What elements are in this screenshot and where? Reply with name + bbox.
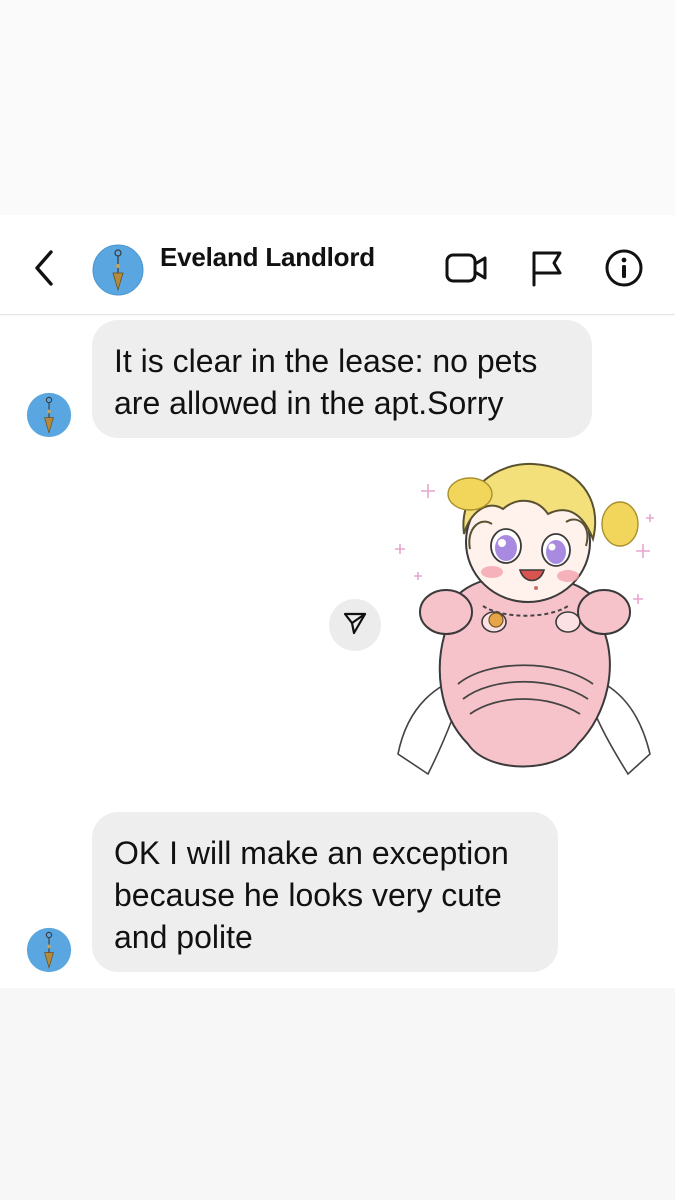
- chat-header: Eveland Landlord: [0, 215, 675, 315]
- chevron-left-icon: [31, 248, 57, 293]
- avatar[interactable]: [26, 392, 72, 443]
- status-area: [0, 0, 675, 215]
- pendulum-icon: [26, 392, 72, 438]
- flag-icon: [529, 249, 565, 292]
- back-button[interactable]: [22, 248, 66, 292]
- video-call-button[interactable]: [445, 248, 489, 292]
- info-icon: [604, 248, 644, 293]
- pendulum-icon: [26, 927, 72, 973]
- send-arrow-icon: [342, 610, 368, 641]
- video-call-icon: [445, 251, 489, 290]
- composer-area: [0, 988, 675, 1200]
- avatar[interactable]: [26, 927, 72, 978]
- message-thread: It is clear in the lease: no pets are al…: [0, 316, 675, 988]
- share-button[interactable]: [329, 599, 381, 651]
- message-bubble[interactable]: OK I will make an exception because he l…: [92, 812, 558, 972]
- info-button[interactable]: [602, 248, 646, 292]
- contact-name[interactable]: Eveland Landlord: [160, 242, 375, 273]
- message-bubble[interactable]: It is clear in the lease: no pets are al…: [92, 320, 592, 438]
- anime-puppy-child-sticker: [395, 462, 654, 776]
- avatar[interactable]: [92, 244, 144, 301]
- sticker-image[interactable]: [388, 454, 660, 794]
- pendulum-icon: [92, 244, 144, 296]
- report-button[interactable]: [525, 248, 569, 292]
